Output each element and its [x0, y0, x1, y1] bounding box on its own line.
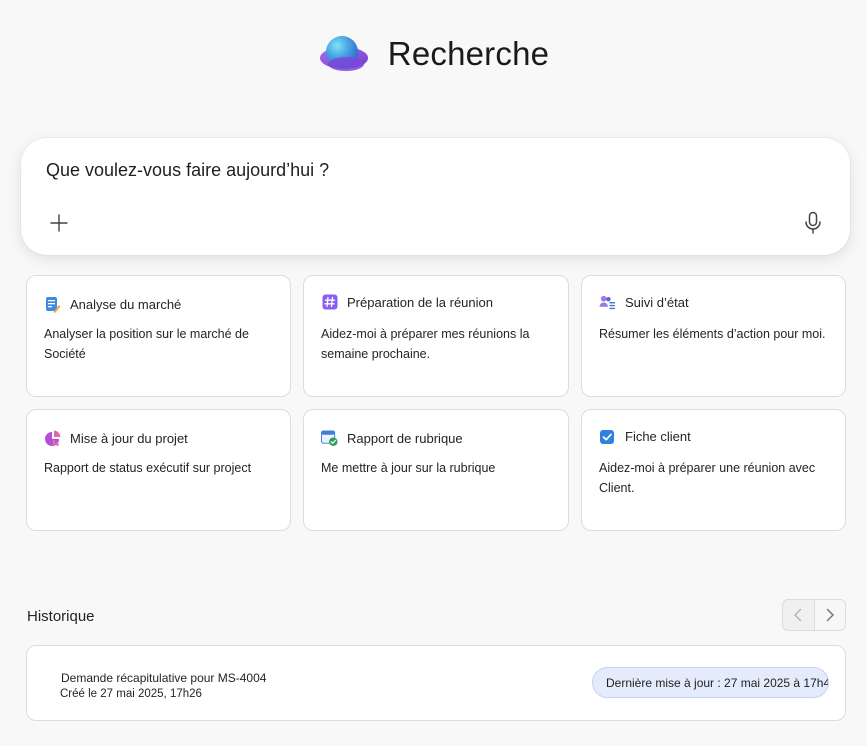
suggestion-card-topic-report[interactable]: Rapport de rubrique Me mettre à jour sur… [303, 409, 569, 531]
history-pager [782, 599, 846, 631]
card-description: Rapport de status exécutif sur project [44, 461, 252, 475]
last-updated-badge: Dernière mise à jour : 27 mai 2025 à 17h… [592, 667, 829, 698]
header: Recherche [0, 26, 867, 82]
chevron-right-icon [826, 608, 834, 622]
history-item[interactable]: Demande récapitulative pour MS-4004 Créé… [26, 645, 846, 721]
card-header: Préparation de la réunion [321, 292, 493, 312]
previous-page-button[interactable] [783, 600, 814, 630]
card-description: Analyser la position sur le marché de So… [44, 327, 249, 361]
card-description: Me mettre à jour sur la rubrique [321, 461, 496, 475]
suggestion-card-status-tracking[interactable]: Suivi d’état Résumer les éléments d’acti… [581, 275, 846, 397]
card-title: Suivi d’état [625, 294, 689, 310]
card-description: Aidez-moi à préparer mes réunions la sem… [321, 327, 530, 361]
document-edit-icon [44, 296, 61, 313]
prompt-input[interactable] [46, 158, 746, 182]
card-header: Fiche client [599, 426, 691, 446]
history-heading: Historique [27, 608, 95, 625]
suggestion-card-meeting-prep[interactable]: Préparation de la réunion Aidez-moi à pr… [303, 275, 569, 397]
card-title: Rapport de rubrique [347, 430, 463, 446]
calendar-check-icon [321, 430, 338, 447]
card-header: Mise à jour du projet [44, 428, 188, 448]
copilot-logo-icon [318, 32, 370, 76]
card-header: Rapport de rubrique [321, 428, 463, 448]
card-header: Suivi d’état [599, 292, 689, 312]
card-title: Fiche client [625, 428, 691, 444]
card-header: Analyse du marché [44, 294, 181, 314]
hashtag-icon [321, 294, 338, 311]
research-page: Recherche Que voulez-vous faire aujourd’… [0, 0, 867, 746]
next-page-button[interactable] [813, 600, 845, 630]
add-attachment-button[interactable] [47, 211, 71, 235]
microphone-button[interactable] [801, 210, 825, 236]
card-description: Résumer les éléments d’action pour moi. [599, 327, 826, 341]
suggestion-card-project-update[interactable]: Mise à jour du projet Rapport de status … [26, 409, 291, 531]
people-list-icon [599, 294, 616, 311]
prompt-box [21, 138, 850, 255]
chevron-left-icon [794, 608, 802, 622]
pie-chart-icon [44, 430, 61, 447]
last-updated-text: Dernière mise à jour : 27 mai 2025 à 17h… [606, 675, 829, 690]
history-item-name: Demande récapitulative pour MS-4004 [61, 671, 267, 685]
checkbox-icon [599, 428, 616, 445]
card-description: Aidez-moi à préparer une réunion avec Cl… [599, 461, 816, 495]
suggestion-card-client-sheet[interactable]: Fiche client Aidez-moi à préparer une ré… [581, 409, 846, 531]
suggestion-card-market-analysis[interactable]: Analyse du marché Analyser la position s… [26, 275, 291, 397]
card-title: Mise à jour du projet [70, 430, 188, 446]
plus-icon [50, 214, 68, 232]
microphone-icon [805, 211, 821, 234]
history-item-created: Créé le 27 mai 2025, 17h26 [60, 688, 202, 700]
page-title: Recherche [387, 35, 550, 72]
card-title: Analyse du marché [70, 296, 182, 312]
card-title: Préparation de la réunion [347, 294, 493, 310]
